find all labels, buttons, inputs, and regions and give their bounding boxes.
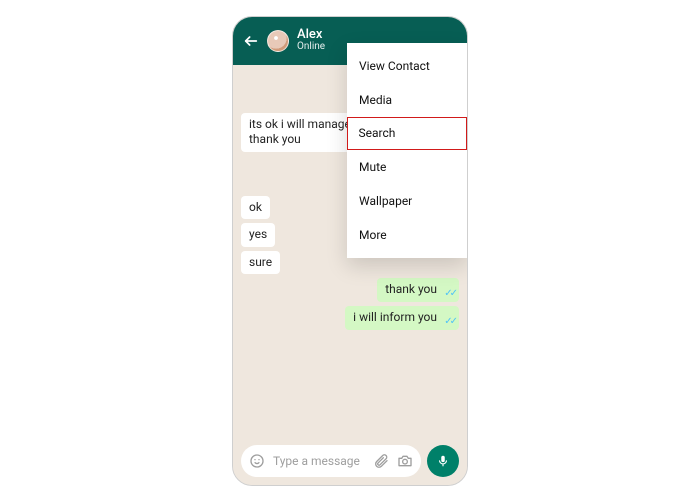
camera-icon[interactable] xyxy=(397,453,413,469)
message-row: thank you✓✓ xyxy=(241,278,459,302)
menu-item-view-contact[interactable]: View Contact xyxy=(347,49,467,83)
message-input[interactable]: Type a message xyxy=(241,445,421,477)
stage: Alex Online its ok i will manage thank y… xyxy=(0,0,700,501)
avatar[interactable] xyxy=(267,30,289,52)
header-text[interactable]: Alex Online xyxy=(297,28,325,52)
outgoing-bubble[interactable]: thank you✓✓ xyxy=(377,278,459,302)
outgoing-bubble[interactable]: i will inform you✓✓ xyxy=(345,306,459,330)
emoji-icon[interactable] xyxy=(249,453,265,469)
message-row: i will inform you✓✓ xyxy=(241,306,459,330)
attach-icon[interactable] xyxy=(373,453,389,469)
message-placeholder: Type a message xyxy=(273,454,365,468)
read-ticks-icon: ✓✓ xyxy=(444,287,455,300)
menu-item-more[interactable]: More xyxy=(347,218,467,252)
incoming-bubble[interactable]: yes xyxy=(241,223,275,247)
menu-item-search[interactable]: Search xyxy=(347,117,467,150)
incoming-bubble[interactable]: its ok i will manage thank you xyxy=(241,113,359,152)
mic-button[interactable] xyxy=(427,445,459,477)
options-menu: View ContactMediaSearchMuteWallpaperMore xyxy=(347,43,467,258)
input-bar: Type a message xyxy=(233,441,467,485)
menu-item-mute[interactable]: Mute xyxy=(347,150,467,184)
phone-frame: Alex Online its ok i will manage thank y… xyxy=(232,16,468,486)
incoming-bubble[interactable]: ok xyxy=(241,196,270,220)
incoming-bubble[interactable]: sure xyxy=(241,251,280,275)
contact-status: Online xyxy=(297,42,325,53)
back-arrow-icon[interactable] xyxy=(243,33,259,49)
menu-item-media[interactable]: Media xyxy=(347,83,467,117)
contact-name: Alex xyxy=(297,28,325,42)
menu-item-wallpaper[interactable]: Wallpaper xyxy=(347,184,467,218)
read-ticks-icon: ✓✓ xyxy=(444,315,455,328)
